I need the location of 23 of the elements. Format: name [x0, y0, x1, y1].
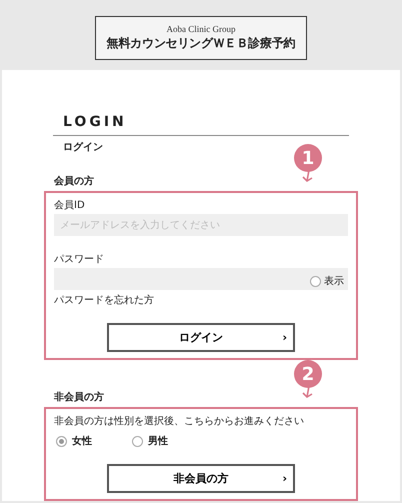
forgot-password-link[interactable]: パスワードを忘れた方: [54, 293, 348, 307]
number-badge: 1: [294, 144, 322, 172]
section-heading: 会員の方: [53, 174, 94, 188]
page-title: 無料カウンセリングＷＥＢ診療予約: [106, 35, 296, 52]
arrow-icon: [302, 386, 314, 398]
show-label: 表示: [324, 274, 344, 288]
number-badge: 2: [294, 360, 322, 388]
instruction-text: 非会員の方は性別を選択後、こちらからお進みください: [54, 414, 305, 428]
field-label: パスワード: [54, 253, 105, 266]
password-field[interactable]: 表示: [54, 268, 348, 290]
radio-button[interactable]: [56, 436, 67, 446]
radio-label: 男性: [148, 434, 168, 448]
group-name: Aoba Clinic Group: [166, 24, 236, 34]
login-button[interactable]: ログイン ›: [107, 323, 295, 352]
login-subheading: ログイン: [62, 141, 104, 154]
radio-label: 女性: [72, 434, 92, 448]
section-heading: 非会員の方: [53, 390, 104, 404]
radio-button[interactable]: [132, 436, 143, 446]
show-toggle[interactable]: [310, 276, 321, 286]
login-heading: LOGIN: [62, 114, 128, 130]
nonmember-button[interactable]: 非会員の方 ›: [107, 464, 295, 493]
field-label: 会員ID: [54, 199, 86, 212]
arrow-icon: [302, 170, 314, 182]
